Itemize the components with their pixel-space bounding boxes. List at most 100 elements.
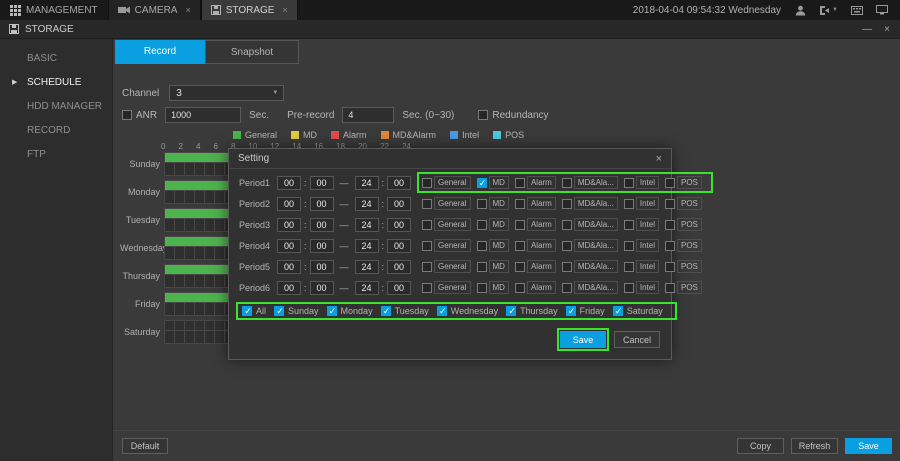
mdalarm-checkbox[interactable] <box>561 240 572 251</box>
period-end-hour-input[interactable]: 24 <box>354 280 379 295</box>
alarm-checkbox[interactable] <box>514 219 525 230</box>
monday-checkbox[interactable] <box>326 306 338 317</box>
close-tab-icon[interactable]: × <box>185 5 190 15</box>
md-checkbox[interactable] <box>476 198 487 209</box>
sidebar-item-schedule[interactable]: ▶ SCHEDULE <box>0 72 112 94</box>
copy-button[interactable]: Copy <box>737 438 784 454</box>
save-button[interactable]: Save <box>845 438 892 454</box>
period-end-hour-input[interactable]: 24 <box>354 175 379 190</box>
tab-snapshot[interactable]: Snapshot <box>205 40 299 64</box>
close-tab-icon[interactable]: × <box>282 5 287 15</box>
alarm-checkbox[interactable] <box>514 177 525 188</box>
management-menu[interactable]: MANAGEMENT <box>0 0 108 20</box>
period-start-minute-input[interactable]: 00 <box>309 175 334 190</box>
sidebar-item-basic[interactable]: BASIC <box>0 48 112 70</box>
general-checkbox[interactable] <box>422 198 433 209</box>
period-start-hour-input[interactable]: 00 <box>277 175 301 190</box>
minimize-icon[interactable]: — <box>862 24 872 35</box>
wednesday-checkbox[interactable] <box>436 306 448 317</box>
period-end-hour-input[interactable]: 24 <box>354 238 379 253</box>
period-end-hour-input[interactable]: 24 <box>354 259 379 274</box>
intel-checkbox[interactable] <box>623 261 634 272</box>
logout-icon[interactable]: ▼ <box>819 5 838 16</box>
period-end-minute-input[interactable]: 00 <box>387 217 412 232</box>
sunday-checkbox[interactable] <box>274 306 285 317</box>
alarm-checkbox[interactable] <box>514 240 525 251</box>
period-end-minute-input[interactable]: 00 <box>387 280 412 295</box>
period-end-minute-input[interactable]: 00 <box>387 238 412 253</box>
pos-checkbox[interactable] <box>664 219 675 230</box>
period-start-hour-input[interactable]: 00 <box>277 238 301 253</box>
user-icon[interactable] <box>795 5 806 16</box>
period-start-minute-input[interactable]: 00 <box>309 238 334 253</box>
md-checkbox[interactable] <box>476 261 487 272</box>
dash: — <box>339 219 349 230</box>
general-checkbox[interactable] <box>422 177 433 188</box>
md-checkbox[interactable] <box>476 219 487 230</box>
thursday-checkbox[interactable] <box>506 306 517 317</box>
period-start-minute-input[interactable]: 00 <box>309 280 334 295</box>
general-checkbox[interactable] <box>422 282 433 293</box>
period-end-minute-input[interactable]: 00 <box>387 196 412 211</box>
dialog-close-icon[interactable]: × <box>656 153 662 165</box>
mdalarm-checkbox[interactable] <box>561 282 572 293</box>
close-icon[interactable]: × <box>884 24 890 35</box>
sidebar-item-ftp[interactable]: FTP <box>0 144 112 166</box>
period-start-hour-input[interactable]: 00 <box>277 196 301 211</box>
intel-checkbox[interactable] <box>623 219 634 230</box>
dialog-cancel-button[interactable]: Cancel <box>614 331 660 348</box>
pos-checkbox[interactable] <box>664 177 675 188</box>
intel-checkbox[interactable] <box>623 198 634 209</box>
alarm-checkbox[interactable] <box>514 198 525 209</box>
mdalarm-checkbox[interactable] <box>561 219 572 230</box>
md-checkbox[interactable] <box>476 240 487 251</box>
tuesday-checkbox[interactable] <box>380 306 392 317</box>
anr-checkbox[interactable] <box>122 110 132 120</box>
general-checkbox[interactable] <box>422 219 433 230</box>
alarm-checkbox[interactable] <box>514 261 525 272</box>
md-checkbox[interactable] <box>476 177 488 189</box>
redundancy-checkbox[interactable] <box>478 110 489 120</box>
intel-checkbox[interactable] <box>623 282 634 293</box>
tab-storage[interactable]: STORAGE × <box>200 0 298 20</box>
saturday-checkbox[interactable] <box>612 306 624 317</box>
tab-camera[interactable]: CAMERA × <box>107 0 201 20</box>
period-end-minute-input[interactable]: 00 <box>387 175 412 190</box>
pos-checkbox[interactable] <box>664 261 675 272</box>
period-start-minute-input[interactable]: 00 <box>309 259 334 274</box>
all-checkbox[interactable] <box>242 306 253 317</box>
period-start-hour-input[interactable]: 00 <box>277 217 301 232</box>
period-row-1: Period1 00 : 00 — 24 : 00 General MD Ala… <box>239 172 713 193</box>
period-end-hour-input[interactable]: 24 <box>354 196 379 211</box>
pos-checkbox[interactable] <box>664 240 675 251</box>
period-end-hour-input[interactable]: 24 <box>354 217 379 232</box>
period-end-minute-input[interactable]: 00 <box>387 259 412 274</box>
mdalarm-checkbox[interactable] <box>561 261 572 272</box>
mdalarm-checkbox[interactable] <box>561 177 572 188</box>
sidebar-item-record[interactable]: RECORD <box>0 120 112 142</box>
intel-checkbox[interactable] <box>623 240 634 251</box>
intel-checkbox[interactable] <box>623 177 634 188</box>
general-checkbox[interactable] <box>422 240 433 251</box>
md-checkbox[interactable] <box>476 282 487 293</box>
anr-input[interactable]: 1000 <box>165 107 242 123</box>
alarm-checkbox[interactable] <box>514 282 525 293</box>
keyboard-icon[interactable] <box>851 5 863 15</box>
monitor-icon[interactable] <box>876 5 888 15</box>
channel-select[interactable]: 3 ▼ <box>169 85 285 101</box>
pos-checkbox[interactable] <box>664 282 675 293</box>
pos-checkbox[interactable] <box>664 198 675 209</box>
refresh-button[interactable]: Refresh <box>791 438 838 454</box>
sidebar-item-hdd-manager[interactable]: HDD MANAGER <box>0 96 112 118</box>
period-start-minute-input[interactable]: 00 <box>309 217 334 232</box>
mdalarm-checkbox[interactable] <box>561 198 572 209</box>
tab-record[interactable]: Record <box>115 40 205 64</box>
dialog-save-button[interactable]: Save <box>557 328 609 351</box>
friday-checkbox[interactable] <box>565 306 577 317</box>
period-start-hour-input[interactable]: 00 <box>277 280 301 295</box>
period-start-hour-input[interactable]: 00 <box>277 259 301 274</box>
prerecord-input[interactable]: 4 <box>342 107 395 123</box>
general-checkbox[interactable] <box>422 261 433 272</box>
default-button[interactable]: Default <box>122 438 168 454</box>
period-start-minute-input[interactable]: 00 <box>309 196 334 211</box>
